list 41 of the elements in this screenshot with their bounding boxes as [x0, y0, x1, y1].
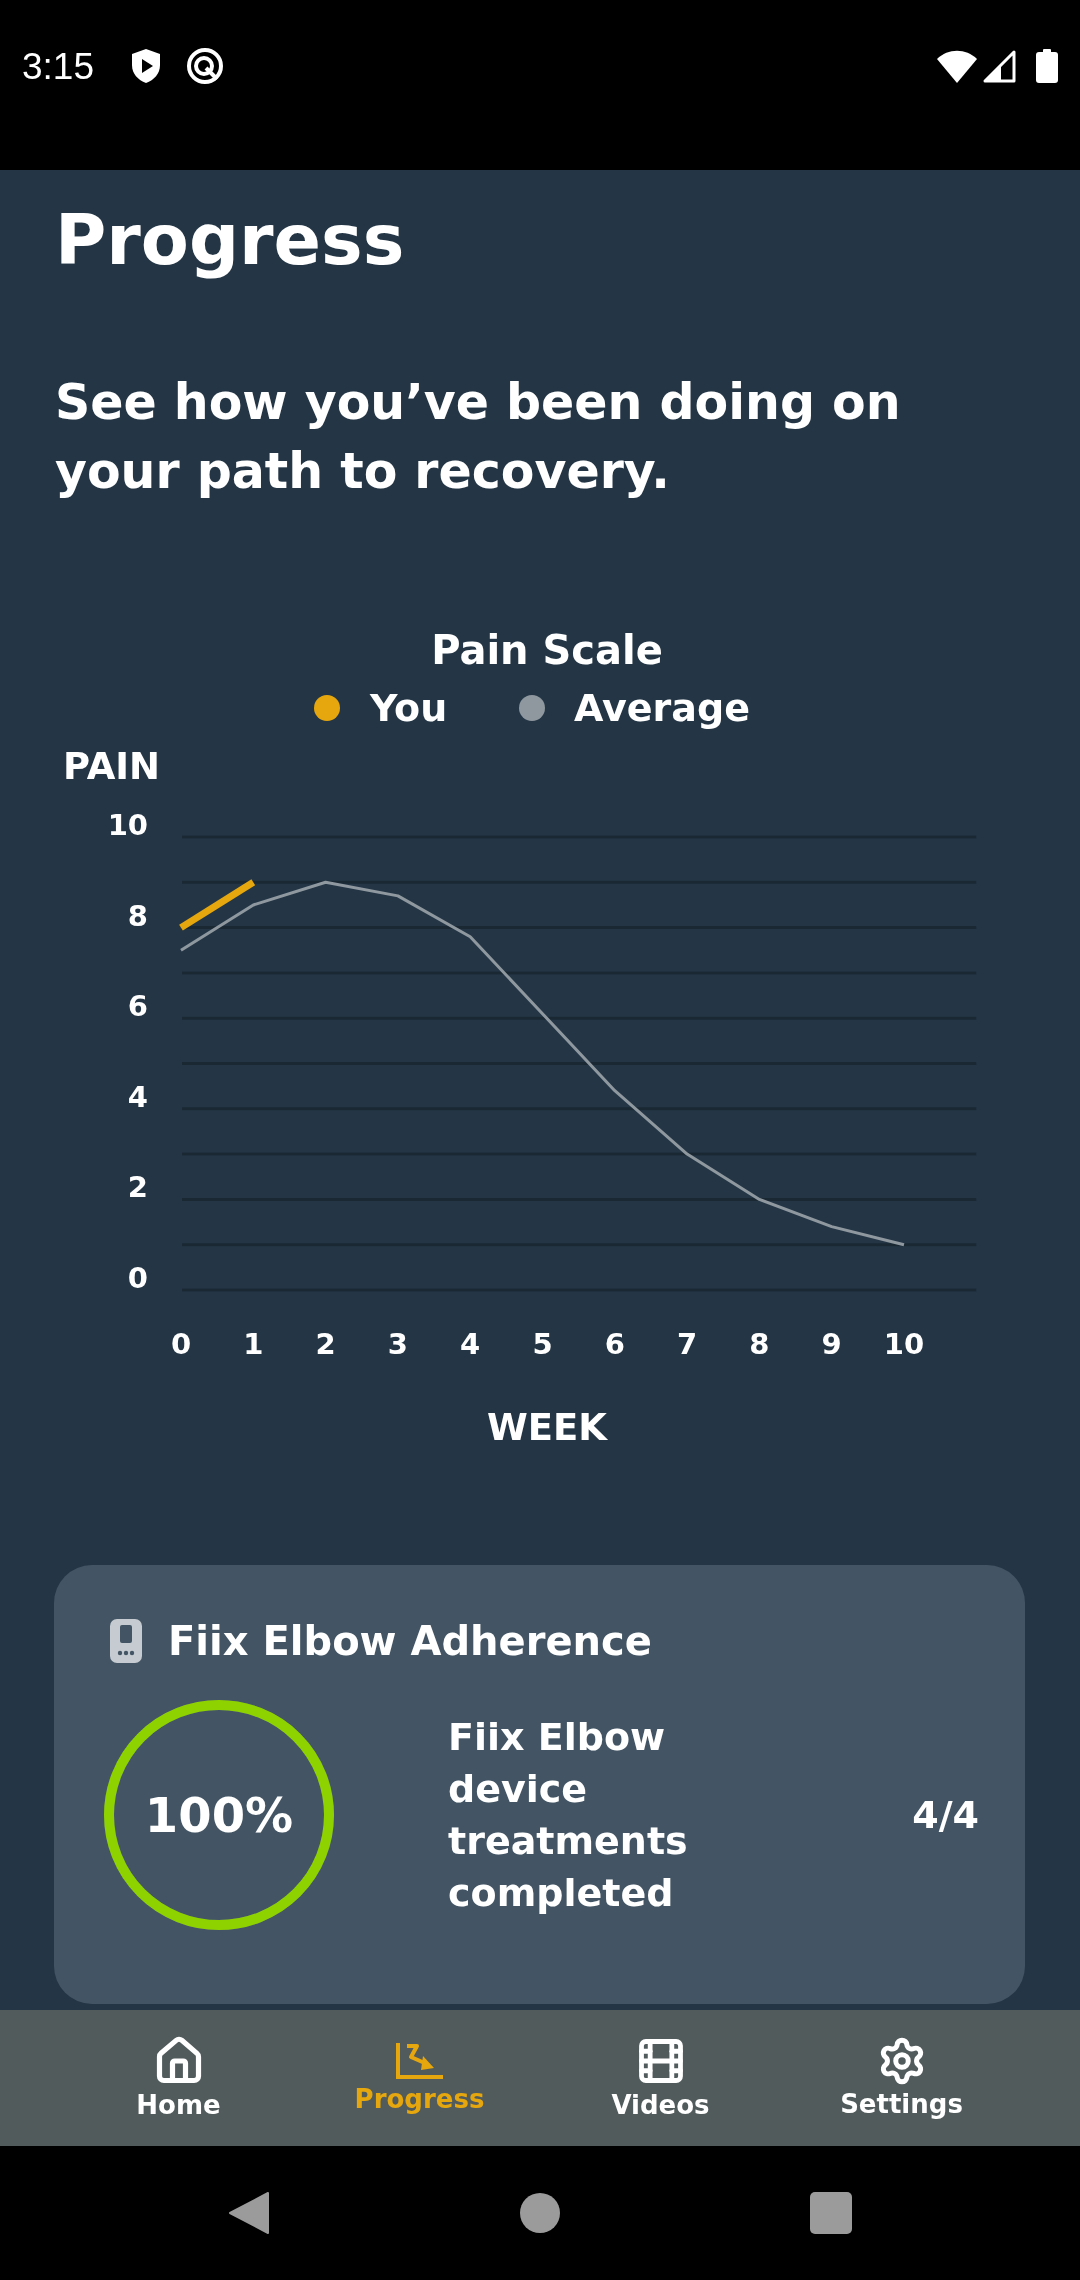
x-tick-label: 3: [387, 1327, 408, 1361]
home-circle-icon[interactable]: [520, 2193, 560, 2233]
y-tick-label: 6: [127, 989, 148, 1024]
y-tick-label: 0: [127, 1261, 148, 1295]
y-tick-label: 4: [127, 1079, 148, 1114]
chart-arrow-icon: [394, 2041, 445, 2081]
x-tick-label: 8: [749, 1327, 770, 1361]
page-title: Progress: [55, 199, 405, 281]
y-axis-title: PAIN: [63, 744, 161, 788]
x-tick-label: 1: [243, 1327, 264, 1361]
circle-q-icon: [186, 47, 224, 85]
card-title: Fiix Elbow Adherence: [168, 1617, 652, 1666]
wifi-icon: [937, 49, 977, 83]
back-icon[interactable]: [228, 2191, 270, 2235]
treatment-count: 4/4: [912, 1796, 979, 1834]
x-axis-title: WEEK: [487, 1405, 607, 1449]
nav-tab[interactable]: Videos: [540, 2018, 781, 2138]
x-tick-label: 5: [532, 1327, 553, 1361]
y-tick-label: 10: [107, 808, 148, 842]
status-time: 3:15: [22, 47, 94, 85]
signal-icon: [983, 49, 1016, 83]
x-tick-label: 2: [315, 1327, 336, 1361]
y-tick-label: 2: [127, 1170, 148, 1205]
card-description: Fiix Elbow device treatments completed: [448, 1714, 689, 1917]
percent-label: 100%: [144, 1791, 294, 1839]
x-tick-label: 6: [604, 1327, 625, 1361]
x-tick-label: 10: [883, 1327, 925, 1361]
x-tick-label: 0: [170, 1327, 192, 1361]
device-icon: [110, 1619, 142, 1663]
chart-title: Pain Scale: [431, 627, 663, 673]
page-subtitle: See how you’ve been doing on your path to recovery.: [55, 373, 902, 502]
shield-play-icon: [130, 48, 162, 84]
legend-label: Average: [574, 686, 750, 730]
x-tick-label: 4: [460, 1327, 481, 1361]
y-tick-label: 8: [127, 898, 148, 933]
x-tick-label: 9: [821, 1327, 842, 1361]
nav-tab[interactable]: Settings: [781, 2018, 1022, 2138]
nav-tab[interactable]: Home: [58, 2018, 299, 2138]
battery-icon: [1036, 49, 1058, 83]
legend-label: You: [370, 686, 448, 730]
x-tick-label: 7: [677, 1327, 698, 1361]
